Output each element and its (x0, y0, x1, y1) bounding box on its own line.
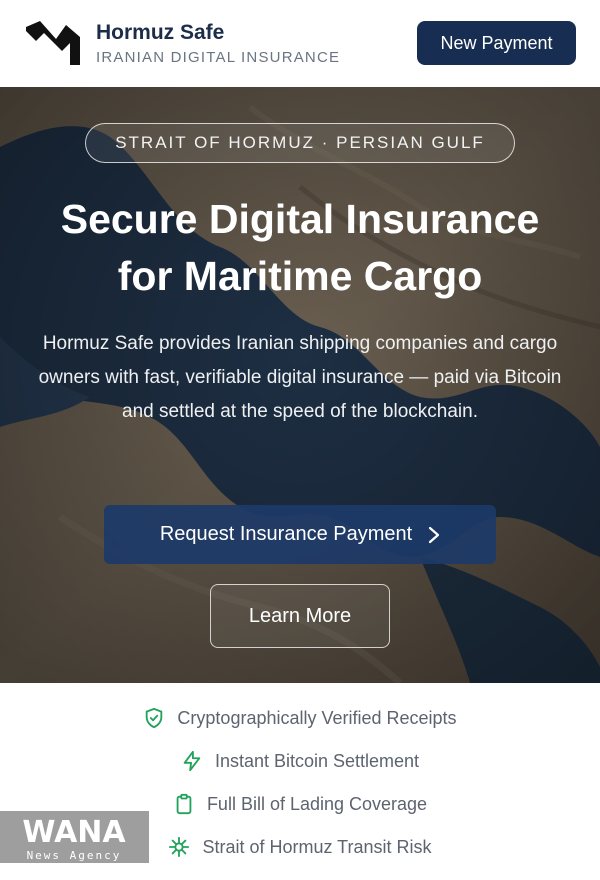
new-payment-button[interactable]: New Payment (417, 21, 576, 65)
wana-logo-text: WANA (22, 815, 126, 847)
news-agency-watermark: WANA News Agency (0, 811, 149, 863)
hormuz-safe-logo-icon[interactable] (26, 21, 80, 65)
feature-item-bitcoin-settlement: Instant Bitcoin Settlement (0, 750, 600, 772)
hero-title: Secure Digital Insurance for Maritime Ca… (0, 191, 600, 305)
brand-subtitle: IRANIAN DIGITAL INSURANCE (96, 49, 341, 66)
wana-logo: WANA (22, 815, 126, 847)
feature-label: Strait of Hormuz Transit Risk (202, 836, 432, 857)
hero-title-line-1: Secure Digital Insurance (60, 196, 540, 242)
shield-check-icon (146, 707, 163, 729)
clipboard-icon (176, 793, 192, 815)
hero-title-line-2: for Maritime Cargo (117, 253, 483, 299)
site-header: Hormuz Safe IRANIAN DIGITAL INSURANCE Ne… (0, 0, 600, 87)
lightning-icon (183, 750, 201, 772)
wana-caption-strip: News Agency (27, 849, 122, 862)
ship-wheel-icon (169, 836, 190, 858)
brand-title: Hormuz Safe (96, 21, 225, 44)
request-insurance-payment-button[interactable]: Request Insurance Payment (104, 505, 496, 564)
feature-label: Cryptographically Verified Receipts (177, 707, 457, 728)
feature-item-verified-receipts: Cryptographically Verified Receipts (0, 707, 600, 729)
chevron-right-icon (429, 526, 440, 543)
feature-label: Full Bill of Lading Coverage (206, 793, 428, 814)
learn-more-button[interactable]: Learn More (210, 584, 390, 648)
hero-section: STRAIT OF HORMUZ · PERSIAN GULF Secure D… (0, 87, 600, 683)
hero-description: Hormuz Safe provides Iranian shipping co… (38, 333, 562, 422)
watermark-caption: News Agency (27, 849, 122, 862)
region-badge: STRAIT OF HORMUZ · PERSIAN GULF (85, 123, 515, 163)
feature-label: Instant Bitcoin Settlement (214, 750, 420, 771)
request-button-label: Request Insurance Payment (159, 523, 413, 545)
